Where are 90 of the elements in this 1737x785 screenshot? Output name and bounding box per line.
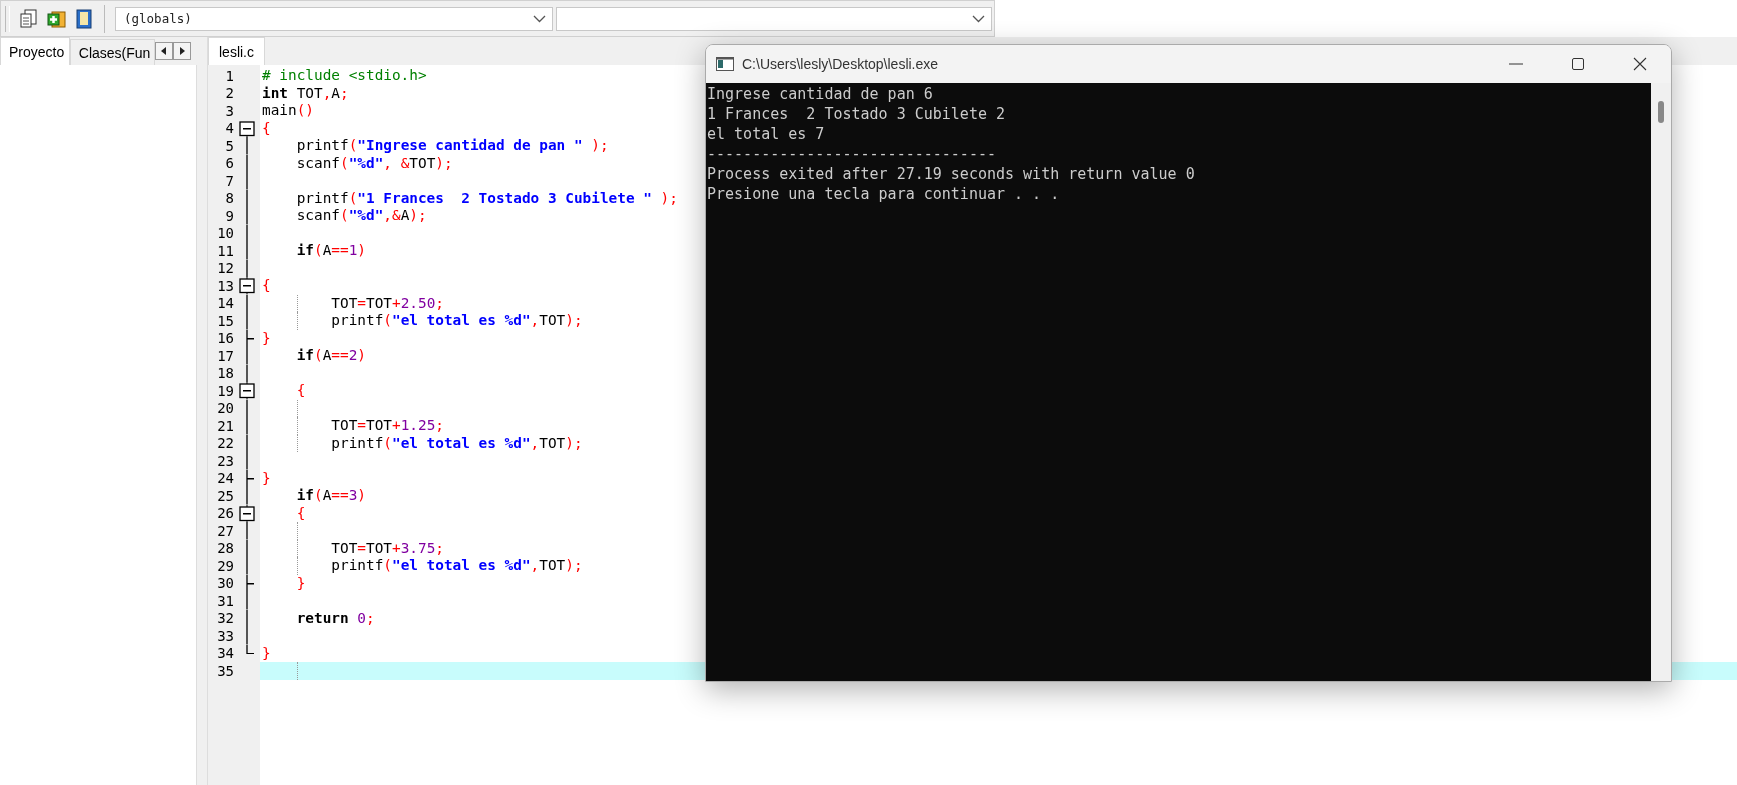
add-file-icon[interactable] xyxy=(47,8,67,29)
code-line: { xyxy=(262,277,271,295)
code-line: # include <stdio.h> xyxy=(262,67,427,85)
code-line: TOT=TOT+1.25; xyxy=(331,417,444,435)
line-number: 32 xyxy=(216,610,234,627)
code-line: printf("Ingrese cantidad de pan " ); xyxy=(296,137,609,155)
file-tab[interactable]: lesli.c xyxy=(208,37,265,65)
documents-icon[interactable] xyxy=(20,8,38,29)
line-number: 18 xyxy=(216,365,234,382)
scope-dropdown[interactable]: (globals) xyxy=(115,6,553,31)
line-number: 2 xyxy=(224,85,234,102)
code-line: main() xyxy=(262,102,314,120)
console-app-icon xyxy=(716,57,734,71)
line-number: 25 xyxy=(216,487,234,504)
code-line: } xyxy=(262,469,271,487)
console-output-line: 1 Frances 2 Tostado 3 Cubilete 2 xyxy=(707,104,1006,124)
triangle-left-icon xyxy=(161,47,167,55)
code-line: printf("el total es %d",TOT); xyxy=(331,557,583,575)
code-line: TOT=TOT+3.75; xyxy=(331,539,444,557)
line-number: 30 xyxy=(216,575,234,592)
collapse-icon[interactable] xyxy=(239,277,255,295)
code-line: TOT=TOT+2.50; xyxy=(331,294,444,312)
sidebar-tab[interactable]: Proyecto xyxy=(0,37,70,65)
line-number: 26 xyxy=(216,505,234,522)
line-number: 3 xyxy=(224,102,234,119)
console-output-line: Process exited after 27.19 seconds with return value 0 xyxy=(707,164,1196,184)
line-number: 22 xyxy=(216,435,234,452)
maximize-icon xyxy=(1572,58,1584,70)
line-number: 34 xyxy=(216,645,234,662)
code-line: if(A==2) xyxy=(296,347,366,365)
code-line: scanf("%d", &TOT); xyxy=(296,154,453,172)
line-number: 17 xyxy=(216,347,234,364)
line-number: 29 xyxy=(216,557,234,574)
code-line: printf("el total es %d",TOT); xyxy=(331,434,583,452)
code-line: if(A==1) xyxy=(296,242,366,260)
line-number: 6 xyxy=(224,155,234,172)
console-output-line: Ingrese cantidad de pan 6 xyxy=(707,84,934,104)
console-output-line: -------------------------------- xyxy=(707,144,997,164)
line-number: 5 xyxy=(224,137,234,154)
line-number: 21 xyxy=(216,417,234,434)
scroll-left-button[interactable] xyxy=(155,42,173,60)
line-number: 12 xyxy=(216,260,234,277)
triangle-right-icon xyxy=(179,47,185,55)
line-number: 16 xyxy=(216,330,234,347)
line-number: 14 xyxy=(216,295,234,312)
line-number: 28 xyxy=(216,540,234,557)
window-title: C:\Users\lesly\Desktop\lesli.exe xyxy=(742,56,939,72)
chevron-down-icon xyxy=(972,14,985,23)
chevron-down-icon xyxy=(533,14,546,23)
line-number: 27 xyxy=(216,522,234,539)
line-number: 13 xyxy=(216,277,234,294)
code-line: if(A==3) xyxy=(296,487,366,505)
line-number: 7 xyxy=(224,172,234,189)
line-number: 4 xyxy=(224,120,234,137)
line-number: 10 xyxy=(216,225,234,242)
collapse-icon[interactable] xyxy=(239,504,255,522)
line-number: 20 xyxy=(216,400,234,417)
code-line: } xyxy=(262,644,271,662)
line-number: 23 xyxy=(216,452,234,469)
line-number: 31 xyxy=(216,592,234,609)
sidebar-tab[interactable]: Clases(Fun xyxy=(69,39,155,65)
line-number: 35 xyxy=(216,662,234,679)
scroll-right-button[interactable] xyxy=(173,42,191,60)
collapse-icon[interactable] xyxy=(239,119,255,137)
code-line: } xyxy=(262,329,271,347)
minimize-icon xyxy=(1509,63,1523,65)
console-output-line: el total es 7 xyxy=(707,124,826,144)
line-number: 11 xyxy=(216,242,234,259)
console-output-line: Presione una tecla para continuar . . . xyxy=(707,184,1061,204)
scrollbar-thumb[interactable] xyxy=(1658,101,1664,123)
code-line: { xyxy=(262,119,271,137)
code-line: scanf("%d",&A); xyxy=(296,207,427,225)
line-number: 33 xyxy=(216,627,234,644)
line-number: 19 xyxy=(216,382,234,399)
code-line: int TOT,A; xyxy=(262,84,349,102)
code-line: } xyxy=(296,574,306,592)
code-line: printf("el total es %d",TOT); xyxy=(331,312,583,330)
code-line: printf("1 Frances 2 Tostado 3 Cubilete " ); xyxy=(296,189,678,207)
scrollbar[interactable] xyxy=(1651,83,1671,681)
line-number: 15 xyxy=(216,312,234,329)
line-number: 1 xyxy=(224,67,234,84)
code-line: return 0; xyxy=(296,609,375,627)
line-number: 24 xyxy=(216,470,234,487)
code-line: { xyxy=(296,504,306,522)
collapse-icon[interactable] xyxy=(239,382,255,400)
line-number: 8 xyxy=(224,190,234,207)
line-number: 9 xyxy=(224,207,234,224)
code-line: { xyxy=(296,382,306,400)
close-icon xyxy=(1633,57,1647,71)
book-icon[interactable] xyxy=(76,8,92,29)
